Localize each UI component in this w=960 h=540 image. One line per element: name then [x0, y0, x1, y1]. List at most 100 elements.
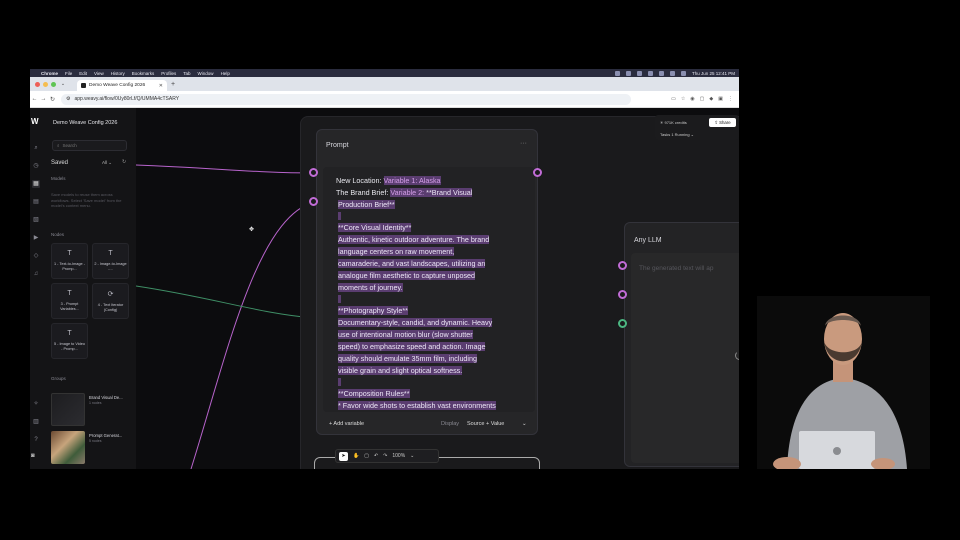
- variable-chip[interactable]: Variable 1: Alaska: [383, 176, 441, 185]
- redo-icon[interactable]: ↷: [383, 453, 387, 459]
- prompt-line: Production Brief**: [338, 199, 395, 210]
- flow-canvas[interactable]: Prompt ··· New Location: Variable 1: Ala…: [136, 108, 739, 469]
- saved-node-label: 5 - Image to Video - Promp...: [54, 342, 85, 351]
- models-empty-note: Save models to reuse them across workflo…: [51, 192, 122, 208]
- zoom-level[interactable]: 100%: [392, 453, 405, 459]
- prompt-input-port[interactable]: [309, 168, 318, 177]
- llm-input-port[interactable]: [618, 290, 627, 299]
- wire: [136, 164, 315, 174]
- weavy-logo-icon[interactable]: W: [31, 117, 40, 126]
- group-thumbnail[interactable]: [51, 393, 85, 426]
- chevron-down-icon[interactable]: ⌄: [410, 453, 414, 459]
- any-llm-node[interactable]: Any LLM The generated text will ap: [624, 222, 739, 467]
- tab-title: Demo Weave Config 2026: [89, 83, 146, 88]
- extension-icon[interactable]: ◆: [709, 96, 713, 102]
- minimize-window-icon[interactable]: [43, 81, 48, 87]
- image-icon[interactable]: ▧: [32, 216, 40, 224]
- prompt-text: **Composition Rules**: [338, 389, 410, 398]
- status-icon[interactable]: [647, 70, 653, 76]
- site-info-icon[interactable]: ⚙: [66, 96, 70, 102]
- prompt-text: * Favor wide shots to establish vast env…: [338, 401, 496, 410]
- menu-file[interactable]: File: [65, 71, 72, 76]
- prompt-text-editor[interactable]: New Location: Variable 1: Alaska The Bra…: [323, 167, 535, 412]
- status-icon[interactable]: [625, 70, 631, 76]
- credits-panel: ✳ 971K credits Tasks 1 Running ⌄ ⇪ Share: [655, 115, 739, 140]
- saved-node-card[interactable]: ⟳ 4 - Text Iterator (Config): [92, 283, 129, 319]
- hand-tool-icon[interactable]: ✋: [353, 453, 359, 459]
- status-icon[interactable]: [658, 70, 664, 76]
- extension-icon[interactable]: ▢: [700, 96, 705, 102]
- saved-icon[interactable]: ▦: [32, 180, 40, 188]
- group-title[interactable]: Prompt Generat...: [89, 433, 122, 438]
- back-arrow-icon[interactable]: ←: [30, 96, 39, 102]
- tasks-indicator[interactable]: Tasks 1 Running ⌄: [660, 132, 694, 137]
- saved-node-card[interactable]: T 5 - Image to Video - Promp...: [51, 323, 88, 359]
- share-button[interactable]: ⇪ Share: [709, 118, 736, 127]
- video-icon[interactable]: ▶: [32, 234, 40, 242]
- discord-icon[interactable]: ◙: [31, 453, 35, 459]
- close-tab-icon[interactable]: ✕: [159, 83, 163, 89]
- project-title[interactable]: Demo Weave Config 2026: [53, 120, 117, 126]
- address-bar[interactable]: ⚙ app.weavy.ai/flow/0Uy80rLf/Q/UMMA4cTSA…: [61, 93, 631, 105]
- history-icon[interactable]: ◷: [32, 162, 40, 170]
- docs-icon[interactable]: ▥: [32, 418, 40, 426]
- group-title[interactable]: Brand Visual De...: [89, 395, 123, 400]
- extension-icon[interactable]: ◉: [690, 96, 694, 102]
- menu-profiles[interactable]: Profiles: [161, 71, 176, 76]
- tools-icon[interactable]: ✧: [32, 400, 40, 408]
- llm-input-port[interactable]: [618, 261, 627, 270]
- chevron-down-icon[interactable]: ⌄: [522, 421, 527, 427]
- prompt-text: **Brand Visual: [424, 188, 473, 197]
- extension-icon[interactable]: ▣: [718, 96, 723, 102]
- reload-icon[interactable]: ↻: [48, 96, 57, 103]
- 3d-icon[interactable]: ◇: [32, 252, 40, 260]
- saved-node-card[interactable]: T 3 - Prompt Variables...: [51, 283, 88, 319]
- select-tool-icon[interactable]: ➤: [339, 451, 348, 461]
- saved-node-label: 1 - Text-to-Image - Promp...: [54, 262, 85, 271]
- help-icon[interactable]: ?: [32, 436, 40, 444]
- refresh-icon[interactable]: ↻: [122, 159, 126, 165]
- menu-bookmarks[interactable]: Bookmarks: [132, 71, 155, 76]
- favicon-icon: [81, 83, 86, 88]
- group-thumbnail[interactable]: [51, 431, 85, 464]
- comment-tool-icon[interactable]: ▢: [364, 453, 369, 459]
- browser-tab-active[interactable]: Demo Weave Config 2026 ✕: [77, 80, 167, 91]
- undo-icon[interactable]: ↶: [374, 453, 378, 459]
- menu-tab[interactable]: Tab: [183, 71, 190, 76]
- tab-search-chevron-icon[interactable]: ⌄: [59, 80, 67, 88]
- display-mode-select[interactable]: Source + Value: [467, 421, 504, 427]
- menu-window[interactable]: Window: [198, 71, 214, 76]
- prompt-node[interactable]: Prompt ··· New Location: Variable 1: Ala…: [316, 129, 538, 435]
- close-window-icon[interactable]: [35, 81, 40, 87]
- chrome-menu-icon[interactable]: ⋮: [728, 96, 733, 102]
- saved-node-card[interactable]: T 1 - Text-to-Image - Promp...: [51, 243, 88, 279]
- new-tab-button[interactable]: +: [171, 81, 175, 88]
- forward-arrow-icon[interactable]: →: [39, 96, 48, 102]
- llm-input-port[interactable]: [618, 319, 627, 328]
- saved-node-card[interactable]: T 2 - Image-to-Image -...: [92, 243, 129, 279]
- zoom-window-icon[interactable]: [51, 81, 56, 87]
- battery-icon[interactable]: [680, 70, 686, 76]
- node-menu-icon[interactable]: ···: [520, 140, 527, 147]
- bookmark-star-icon[interactable]: ☆: [681, 96, 685, 102]
- toolbox-icon[interactable]: ▤: [32, 198, 40, 206]
- audio-icon[interactable]: ♫: [32, 270, 40, 278]
- add-variable-button[interactable]: + Add variable: [329, 421, 364, 427]
- prompt-input-port[interactable]: [309, 197, 318, 206]
- filter-dropdown[interactable]: All ⌄: [102, 160, 112, 166]
- menu-history[interactable]: History: [111, 71, 125, 76]
- saved-node-label: 2 - Image-to-Image -...: [94, 262, 127, 271]
- status-icon[interactable]: [614, 70, 620, 76]
- prompt-output-port[interactable]: [533, 168, 542, 177]
- wifi-icon[interactable]: [669, 70, 675, 76]
- cast-icon[interactable]: ▭: [671, 96, 676, 102]
- search-icon[interactable]: ⌕: [32, 144, 40, 152]
- menubar-app-name[interactable]: Chrome: [41, 71, 58, 76]
- sidebar-search-input[interactable]: ⌕ Search: [52, 140, 127, 151]
- status-icon[interactable]: [636, 70, 642, 76]
- menu-help[interactable]: Help: [221, 71, 230, 76]
- menubar-clock[interactable]: Thu Jun 25 12:41 PM: [692, 71, 735, 76]
- menu-edit[interactable]: Edit: [79, 71, 87, 76]
- menu-view[interactable]: View: [94, 71, 104, 76]
- variable-chip[interactable]: Variable 2:: [390, 188, 425, 197]
